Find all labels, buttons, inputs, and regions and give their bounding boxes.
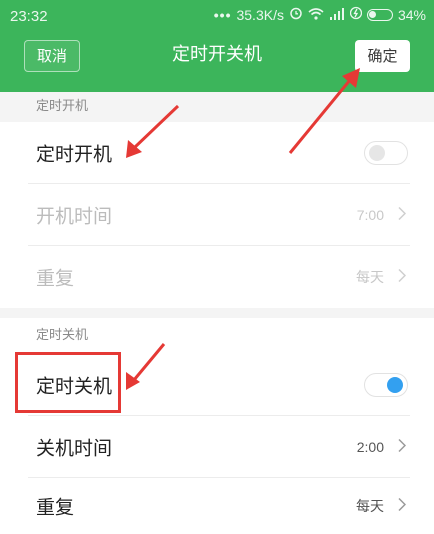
power-on-time-label: 开机时间 bbox=[36, 205, 113, 228]
data-icon bbox=[349, 6, 363, 23]
status-time: 23:32 bbox=[10, 8, 48, 25]
battery-fill bbox=[368, 10, 376, 18]
battery-icon bbox=[366, 8, 393, 21]
signal-icon bbox=[329, 7, 345, 23]
power-off-time-value: 2:00 bbox=[356, 439, 384, 455]
chevron-right-icon bbox=[398, 268, 407, 287]
app-header: 23:32 ••• 35.3K/s 34% 取消 定时开关机 确定 bbox=[0, 0, 434, 92]
chevron-right-icon bbox=[398, 497, 407, 516]
status-bar: 23:32 ••• 35.3K/s 34% bbox=[0, 0, 434, 30]
power-on-repeat-row[interactable]: 重复 每天 bbox=[0, 246, 434, 308]
power-off-repeat-value: 每天 bbox=[356, 498, 384, 514]
section-header-power-on: 定时开机 bbox=[0, 92, 434, 122]
status-icons: ••• 35.3K/s 34% bbox=[214, 6, 426, 23]
confirm-button[interactable]: 确定 bbox=[355, 40, 410, 72]
chevron-right-icon bbox=[398, 206, 407, 225]
power-on-time-row[interactable]: 开机时间 7:00 bbox=[0, 184, 434, 246]
battery-percent: 34% bbox=[397, 6, 426, 23]
network-speed: 35.3K/s bbox=[236, 6, 284, 23]
toggle-knob bbox=[369, 145, 385, 161]
section-header-power-off: 定时关机 bbox=[0, 318, 434, 354]
power-off-repeat-row[interactable]: 重复 每天 bbox=[0, 478, 434, 534]
power-on-toggle[interactable] bbox=[364, 141, 408, 165]
more-dots-icon: ••• bbox=[213, 6, 232, 23]
chevron-right-icon bbox=[398, 438, 407, 457]
title-bar: 取消 定时开关机 确定 bbox=[0, 30, 434, 86]
alarm-icon bbox=[289, 6, 303, 23]
power-off-time-row[interactable]: 关机时间 2:00 bbox=[0, 416, 434, 478]
toggle-knob bbox=[387, 377, 403, 393]
power-on-repeat-value: 每天 bbox=[356, 269, 384, 285]
power-on-toggle-label: 定时开机 bbox=[36, 143, 113, 166]
annotation-highlight-box bbox=[15, 352, 121, 413]
power-off-toggle[interactable] bbox=[364, 373, 408, 397]
power-off-time-label: 关机时间 bbox=[36, 437, 113, 460]
power-on-toggle-row[interactable]: 定时开机 bbox=[0, 122, 434, 184]
wifi-icon bbox=[308, 7, 324, 23]
power-on-time-value: 7:00 bbox=[356, 207, 384, 223]
section-gap bbox=[0, 308, 434, 318]
power-off-repeat-label: 重复 bbox=[36, 496, 75, 519]
power-on-repeat-label: 重复 bbox=[36, 267, 75, 290]
